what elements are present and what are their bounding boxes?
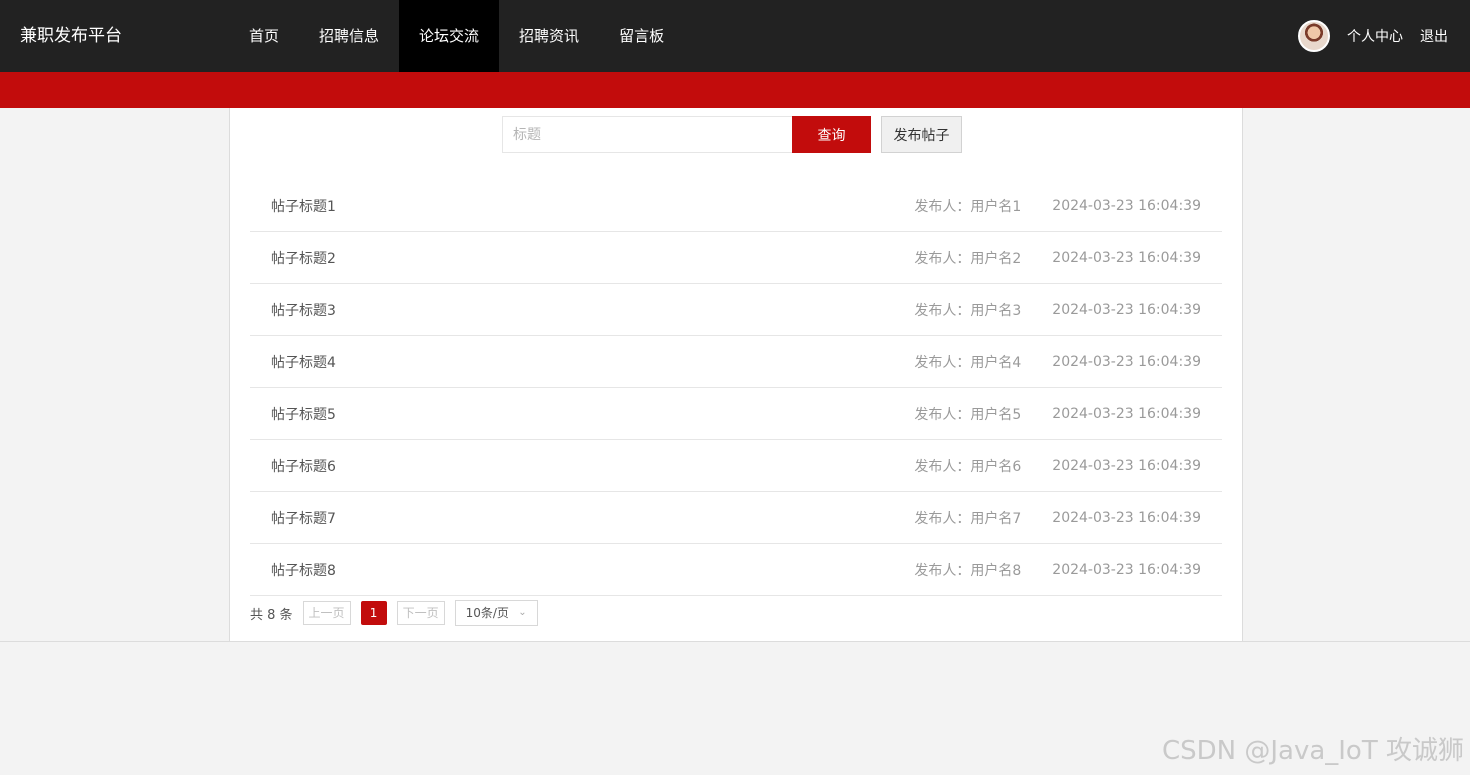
list-item[interactable]: 帖子标题4 发布人：用户名4 2024-03-23 16:04:39 — [250, 336, 1222, 388]
post-time: 2024-03-23 16:04:39 — [1052, 353, 1201, 370]
page-size-value: 10条/页 — [465, 606, 509, 620]
pagination: 共 8 条 上一页 1 下一页 10条/页 ⌄ — [250, 600, 538, 626]
post-time: 2024-03-23 16:04:39 — [1052, 457, 1201, 474]
post-title: 帖子标题8 — [271, 562, 336, 579]
post-title: 帖子标题5 — [271, 406, 336, 423]
list-item[interactable]: 帖子标题1 发布人：用户名1 2024-03-23 16:04:39 — [250, 180, 1222, 232]
footer-divider — [0, 641, 1470, 642]
post-author: 发布人：用户名8 — [914, 562, 1022, 579]
post-author: 发布人：用户名2 — [914, 250, 1022, 267]
user-center-link[interactable]: 个人中心 — [1347, 26, 1403, 46]
post-title: 帖子标题1 — [271, 198, 336, 215]
post-time: 2024-03-23 16:04:39 — [1052, 301, 1201, 318]
nav-item-news[interactable]: 招聘资讯 — [499, 0, 599, 72]
watermark: CSDN @Java_IoT 攻诚狮 — [1161, 736, 1464, 766]
list-item[interactable]: 帖子标题3 发布人：用户名3 2024-03-23 16:04:39 — [250, 284, 1222, 336]
post-author: 发布人：用户名6 — [914, 458, 1022, 475]
publish-post-button[interactable]: 发布帖子 — [881, 116, 962, 153]
current-page-button[interactable]: 1 — [360, 601, 387, 625]
post-author: 发布人：用户名3 — [914, 302, 1022, 319]
avatar[interactable] — [1298, 20, 1330, 52]
nav-item-jobs[interactable]: 招聘信息 — [299, 0, 399, 72]
total-count: 共 8 条 — [250, 607, 293, 623]
search-bar: 查询 发布帖子 — [502, 116, 962, 153]
next-page-button[interactable]: 下一页 — [396, 601, 445, 625]
user-area: 个人中心 退出 — [1298, 0, 1448, 72]
nav-item-messages[interactable]: 留言板 — [599, 0, 684, 72]
list-item[interactable]: 帖子标题6 发布人：用户名6 2024-03-23 16:04:39 — [250, 440, 1222, 492]
main-nav: 首页 招聘信息 论坛交流 招聘资讯 留言板 — [229, 0, 684, 72]
post-time: 2024-03-23 16:04:39 — [1052, 509, 1201, 526]
brand-title[interactable]: 兼职发布平台 — [20, 0, 122, 72]
top-navbar: 兼职发布平台 首页 招聘信息 论坛交流 招聘资讯 留言板 个人中心 退出 — [0, 0, 1470, 72]
nav-item-forum[interactable]: 论坛交流 — [399, 0, 500, 72]
list-item[interactable]: 帖子标题5 发布人：用户名5 2024-03-23 16:04:39 — [250, 388, 1222, 440]
query-button[interactable]: 查询 — [792, 116, 871, 153]
prev-page-button[interactable]: 上一页 — [302, 601, 351, 625]
post-author: 发布人：用户名4 — [914, 354, 1022, 371]
page-size-select[interactable]: 10条/页 ⌄ — [454, 600, 538, 626]
list-item[interactable]: 帖子标题2 发布人：用户名2 2024-03-23 16:04:39 — [250, 232, 1222, 284]
post-author: 发布人：用户名5 — [914, 406, 1022, 423]
title-search-input[interactable] — [502, 116, 792, 153]
list-item[interactable]: 帖子标题8 发布人：用户名8 2024-03-23 16:04:39 — [250, 544, 1222, 596]
list-item[interactable]: 帖子标题7 发布人：用户名7 2024-03-23 16:04:39 — [250, 492, 1222, 544]
logout-link[interactable]: 退出 — [1420, 26, 1448, 46]
post-time: 2024-03-23 16:04:39 — [1052, 405, 1201, 422]
chevron-down-icon: ⌄ — [518, 607, 527, 618]
post-list: 帖子标题1 发布人：用户名1 2024-03-23 16:04:39 帖子标题2… — [250, 180, 1222, 596]
accent-banner — [0, 72, 1470, 108]
post-time: 2024-03-23 16:04:39 — [1052, 249, 1201, 266]
post-author: 发布人：用户名1 — [914, 198, 1022, 215]
post-title: 帖子标题3 — [271, 302, 336, 319]
post-author: 发布人：用户名7 — [914, 510, 1022, 527]
post-title: 帖子标题6 — [271, 458, 336, 475]
nav-item-home[interactable]: 首页 — [229, 0, 299, 72]
post-time: 2024-03-23 16:04:39 — [1052, 197, 1201, 214]
forum-panel: 查询 发布帖子 帖子标题1 发布人：用户名1 2024-03-23 16:04:… — [229, 108, 1243, 642]
post-title: 帖子标题4 — [271, 354, 336, 371]
post-time: 2024-03-23 16:04:39 — [1052, 561, 1201, 578]
post-title: 帖子标题2 — [271, 250, 336, 267]
post-title: 帖子标题7 — [271, 510, 336, 527]
